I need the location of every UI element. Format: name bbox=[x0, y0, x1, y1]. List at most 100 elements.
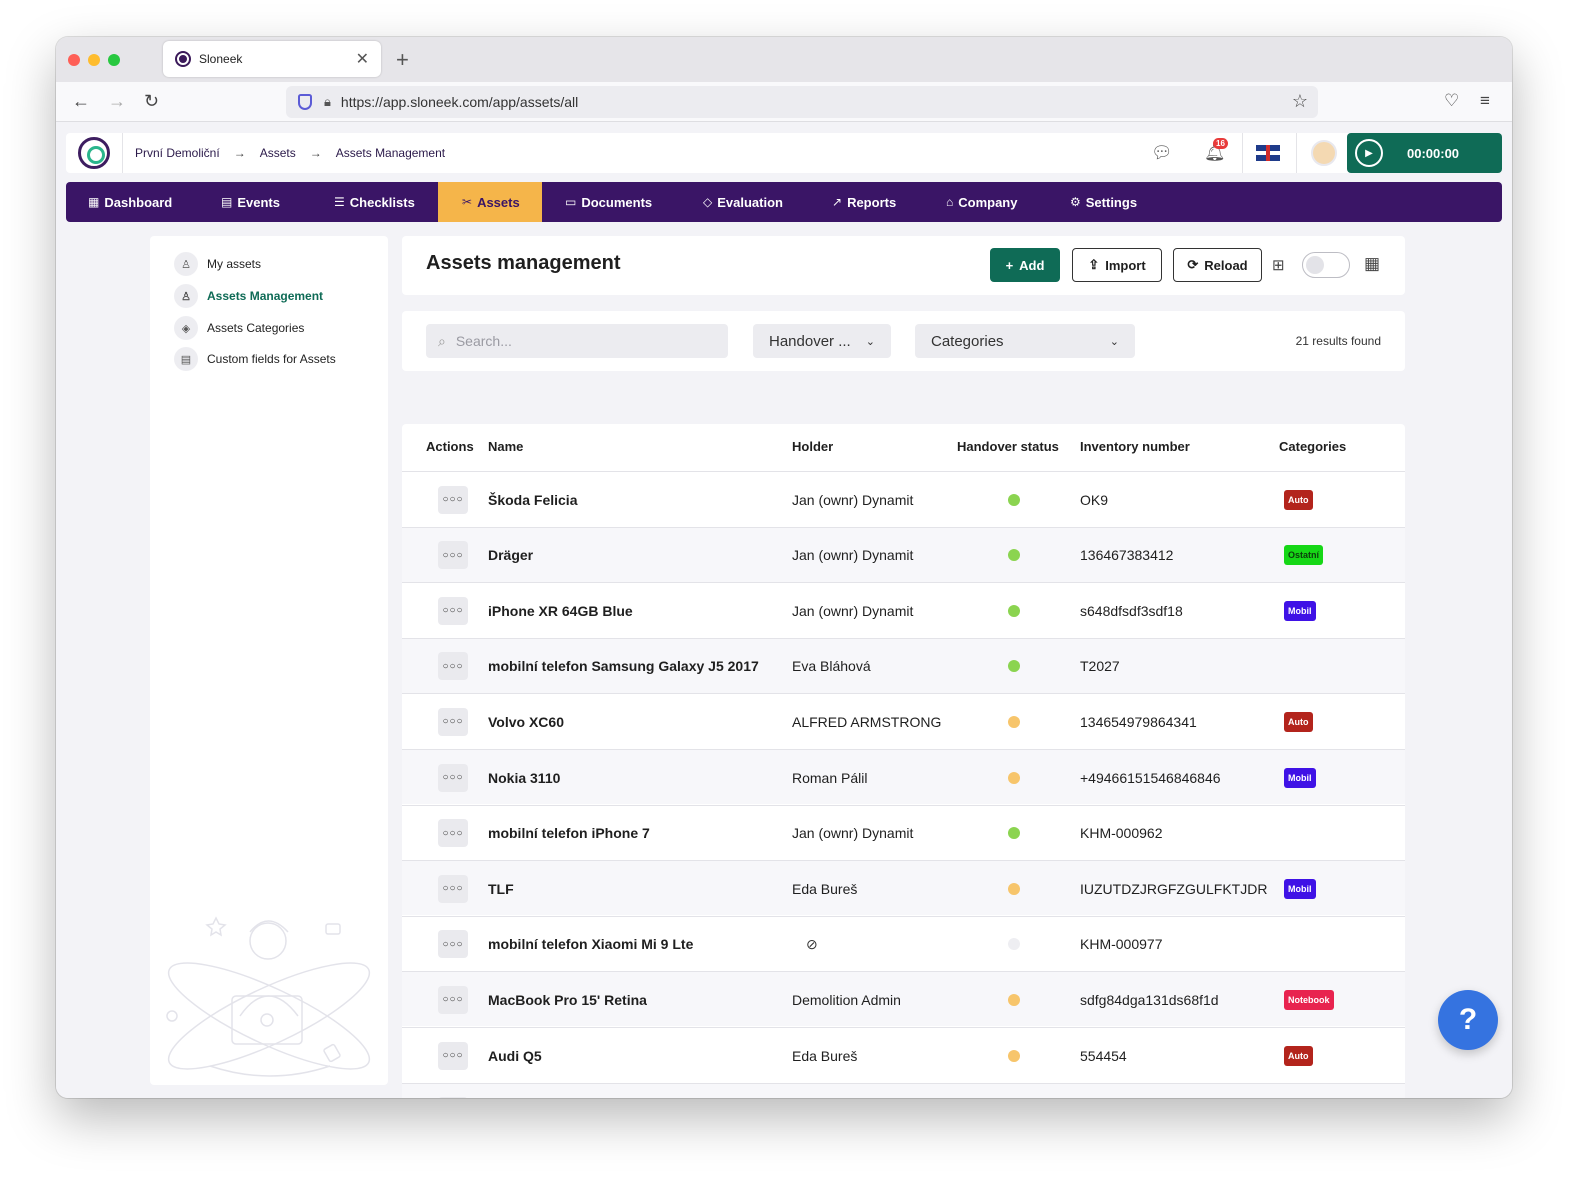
asset-name[interactable]: mobilní telefon Samsung Galaxy J5 2017 bbox=[488, 639, 759, 694]
uk-flag-icon[interactable] bbox=[1256, 145, 1280, 161]
close-window-button[interactable] bbox=[68, 54, 80, 66]
menu-icon[interactable]: ≡ bbox=[1480, 91, 1490, 111]
add-button[interactable]: + Add bbox=[990, 248, 1060, 282]
asset-name[interactable]: TLF bbox=[488, 861, 514, 916]
table-row[interactable]: ○○○ AOC Monitor Eva Bláhová Z42135 Ostatní bbox=[402, 1082, 1405, 1098]
asset-name[interactable]: Audi Q5 bbox=[488, 1028, 542, 1083]
sidebar-item-custom-fields[interactable]: ▤ Custom fields for Assets bbox=[174, 347, 336, 371]
sidebar-item-my-assets[interactable]: ♙ My assets bbox=[174, 252, 261, 276]
category-cell: Notebook bbox=[1284, 972, 1334, 1027]
table-row[interactable]: ○○○ iPhone XR 64GB Blue Jan (ownr) Dynamit… bbox=[402, 582, 1405, 637]
pocket-icon[interactable]: ♡ bbox=[1444, 91, 1459, 111]
form-icon: ▤ bbox=[174, 347, 198, 371]
reload-page-icon[interactable]: ↻ bbox=[144, 91, 159, 112]
time-tracker[interactable]: ▶ 00:00:00 bbox=[1347, 133, 1502, 173]
holder-cell: ⊘ bbox=[792, 917, 818, 972]
more-actions-icon[interactable]: ○○○ bbox=[438, 596, 468, 625]
asset-name[interactable]: mobilní telefon Xiaomi Mi 9 Lte bbox=[488, 917, 693, 972]
asset-name[interactable]: Dräger bbox=[488, 528, 533, 583]
view-toggle[interactable] bbox=[1302, 252, 1350, 278]
table-row[interactable]: ○○○ mobilní telefon iPhone 7 Jan (ownr) Dy… bbox=[402, 804, 1405, 861]
nav-assets[interactable]: ✂ Assets bbox=[438, 182, 542, 222]
nav-evaluation[interactable]: ◇ Evaluation bbox=[703, 182, 783, 222]
sloneek-logo[interactable] bbox=[78, 137, 110, 169]
nav-events[interactable]: ▤ Events bbox=[221, 182, 280, 222]
nav-dashboard[interactable]: ▦ Dashboard bbox=[88, 182, 172, 222]
more-actions-icon[interactable]: ○○○ bbox=[438, 1041, 468, 1070]
more-actions-icon[interactable]: ○○○ bbox=[438, 819, 468, 848]
browser-tab[interactable]: Sloneek ✕ bbox=[163, 41, 381, 77]
categories-select[interactable]: Categories ⌄ bbox=[915, 324, 1135, 358]
handover-status-cell bbox=[1008, 972, 1020, 1027]
breadcrumb-item[interactable]: Assets bbox=[260, 146, 296, 160]
maximize-window-button[interactable] bbox=[108, 54, 120, 66]
table-row[interactable]: ○○○ TLF Eda Bureš IUZUTDZJRGFZGULFKTJDR Mobi… bbox=[402, 860, 1405, 916]
new-tab-icon[interactable]: + bbox=[396, 47, 409, 73]
asset-name[interactable]: Volvo XC60 bbox=[488, 694, 564, 749]
sidebar-item-assets-management[interactable]: ♙ Assets Management bbox=[174, 284, 323, 308]
column-header[interactable]: Handover status bbox=[957, 439, 1059, 454]
sidebar-item-assets-categories[interactable]: ◈ Assets Categories bbox=[174, 316, 304, 340]
asset-name[interactable]: Škoda Felicia bbox=[488, 472, 577, 527]
more-actions-icon[interactable]: ○○○ bbox=[438, 930, 468, 959]
nav-documents[interactable]: ▭ Documents bbox=[565, 182, 652, 222]
add-label: Add bbox=[1019, 257, 1045, 273]
asset-name[interactable]: AOC Monitor bbox=[488, 1084, 574, 1098]
breadcrumb-item[interactable]: Assets Management bbox=[336, 146, 445, 160]
more-actions-icon[interactable]: ○○○ bbox=[438, 485, 468, 514]
minimize-window-button[interactable] bbox=[88, 54, 100, 66]
more-actions-icon[interactable]: ○○○ bbox=[438, 541, 468, 570]
nav-settings[interactable]: ⚙ Settings bbox=[1070, 182, 1137, 222]
search-box[interactable]: ⌕ bbox=[426, 324, 728, 358]
forward-icon[interactable]: → bbox=[108, 91, 126, 112]
evaluation-icon: ◇ bbox=[703, 195, 713, 209]
plus-icon: + bbox=[1005, 257, 1014, 273]
column-header[interactable]: Name bbox=[488, 439, 523, 454]
grid-dots-icon[interactable]: ▦ bbox=[1364, 254, 1380, 274]
more-actions-icon[interactable]: ○○○ bbox=[438, 763, 468, 792]
back-icon[interactable]: ← bbox=[72, 91, 90, 112]
column-header[interactable]: Holder bbox=[792, 439, 833, 454]
nav-label: Checklists bbox=[349, 194, 415, 210]
table-row[interactable]: ○○○ mobilní telefon Xiaomi Mi 9 Lte ⊘ KHM-0… bbox=[402, 915, 1405, 972]
table-row[interactable]: ○○○ Volvo XC60 ALFRED ARMSTRONG 13465497986… bbox=[402, 693, 1405, 748]
table-row[interactable]: ○○○ Škoda Felicia Jan (ownr) Dynamit OK9 Aut… bbox=[402, 471, 1405, 526]
help-button[interactable]: ? bbox=[1438, 990, 1498, 1050]
more-actions-icon[interactable]: ○○○ bbox=[438, 874, 468, 903]
nav-company[interactable]: ⌂ Company bbox=[946, 182, 1017, 222]
table-row[interactable]: ○○○ Nokia 3110 Roman Pálil +494661515468468… bbox=[402, 749, 1405, 804]
sidebar-item-label: Assets Categories bbox=[207, 321, 305, 335]
chat-icon[interactable]: 💬︎ bbox=[1151, 143, 1173, 163]
reload-label: Reload bbox=[1204, 257, 1248, 273]
url-bar[interactable]: 🔒︎ https://app.sloneek.com/app/assets/al… bbox=[286, 86, 1318, 118]
more-actions-icon[interactable]: ○○○ bbox=[438, 1097, 468, 1098]
avatar[interactable] bbox=[1311, 140, 1337, 166]
table-row[interactable]: ○○○ MacBook Pro 15' Retina Demolition Admi… bbox=[402, 971, 1405, 1027]
search-input[interactable] bbox=[455, 333, 706, 349]
table-row[interactable]: ○○○ Dräger Jan (ownr) Dynamit 136467383412 O… bbox=[402, 526, 1405, 583]
table-row[interactable]: ○○○ Audi Q5 Eda Bureš 554454 Auto bbox=[402, 1027, 1405, 1082]
asset-name[interactable]: Nokia 3110 bbox=[488, 750, 560, 805]
asset-name[interactable]: iPhone XR 64GB Blue bbox=[488, 583, 633, 638]
main-nav: ▦ Dashboard ▤ Events ☰ Checklists ✂ Assets ▭… bbox=[66, 182, 1502, 222]
column-header[interactable]: Categories bbox=[1279, 439, 1346, 454]
breadcrumb-item[interactable]: První Demoliční bbox=[135, 146, 220, 160]
more-actions-icon[interactable]: ○○○ bbox=[438, 985, 468, 1014]
more-actions-icon[interactable]: ○○○ bbox=[438, 652, 468, 681]
table-row[interactable]: ○○○ mobilní telefon Samsung Galaxy J5 201… bbox=[402, 637, 1405, 694]
play-icon[interactable]: ▶ bbox=[1355, 139, 1383, 167]
nav-checklists[interactable]: ☰ Checklists bbox=[334, 182, 415, 222]
more-actions-icon[interactable]: ○○○ bbox=[438, 707, 468, 736]
nav-reports[interactable]: ↗ Reports bbox=[832, 182, 896, 222]
asset-name[interactable]: MacBook Pro 15' Retina bbox=[488, 972, 647, 1027]
bookmark-star-icon[interactable]: ☆ bbox=[1292, 91, 1308, 112]
handover-select[interactable]: Handover ... ⌄ bbox=[753, 324, 891, 358]
arrow-right-icon: → bbox=[309, 146, 322, 160]
import-button[interactable]: ⇪ Import bbox=[1072, 248, 1162, 282]
reload-button[interactable]: ⟳ Reload bbox=[1173, 248, 1262, 282]
asset-name[interactable]: mobilní telefon iPhone 7 bbox=[488, 806, 650, 861]
close-tab-icon[interactable]: ✕ bbox=[356, 49, 369, 69]
url-text[interactable]: https://app.sloneek.com/app/assets/all bbox=[341, 94, 578, 110]
column-header[interactable]: Inventory number bbox=[1080, 439, 1190, 454]
tiles-view-icon[interactable]: ⊞ bbox=[1272, 256, 1285, 274]
